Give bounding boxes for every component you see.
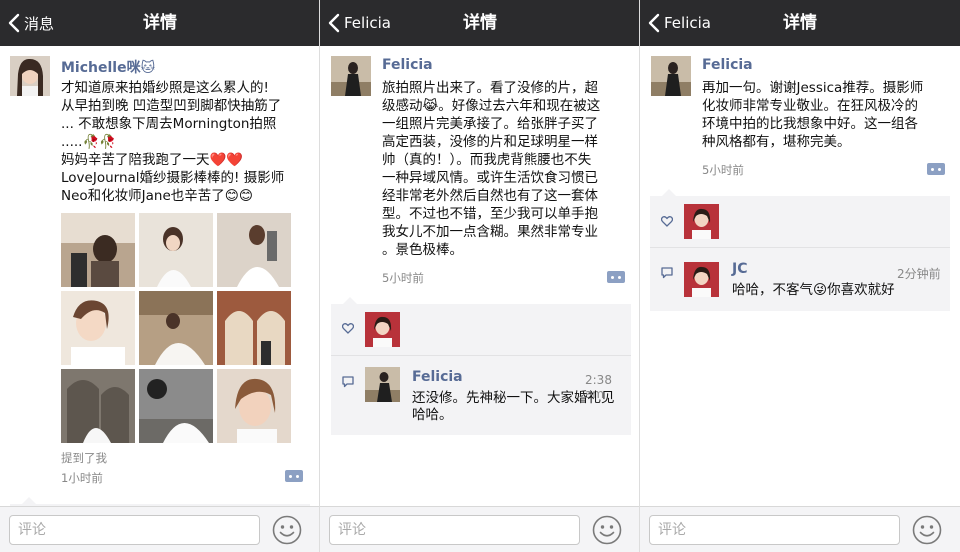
- back-label: Felicia: [664, 14, 711, 32]
- comment-text: 还没修。先神秘一下。大家婚礼见 哈哈。: [412, 390, 615, 424]
- nav-bar: 消息 详情: [0, 0, 320, 46]
- post-line: 才知道原来拍婚纱照是这么累人的!: [61, 80, 269, 96]
- post-line: 化妆师非常专业敬业。在狂风极冷的: [702, 98, 918, 114]
- heart-icon: [661, 216, 673, 227]
- chevron-left-icon: [648, 13, 660, 33]
- author-name[interactable]: Felicia: [702, 57, 753, 73]
- more-dots-icon[interactable]: [927, 163, 945, 175]
- photo-thumbnail[interactable]: [217, 369, 291, 443]
- comment-bar: [320, 506, 640, 552]
- post-line: 高定西装，没修的片和足球明星一样: [382, 134, 598, 150]
- commenter-avatar[interactable]: [684, 262, 719, 297]
- liker-avatar[interactable]: [365, 312, 400, 347]
- post-line: 环境中拍的比我想象中好。这一组各: [702, 116, 918, 132]
- photo-thumbnail[interactable]: [61, 369, 135, 443]
- interaction-area: Felicia 2:38 am 还没修。先神秘一下。大家婚礼见 哈哈。: [331, 297, 631, 435]
- post-line: ... 不敢想象下周去Mornington拍照: [61, 116, 277, 132]
- comment-input[interactable]: [9, 515, 260, 545]
- more-dots-icon[interactable]: [285, 470, 303, 482]
- photo-thumbnail[interactable]: [217, 213, 291, 287]
- post-time: 5小时前: [382, 271, 424, 285]
- back-button[interactable]: Felicia: [328, 0, 391, 46]
- post-line: 再加一句。谢谢Jessica推荐。摄影师: [702, 80, 924, 96]
- divider: [650, 247, 950, 248]
- post-line: 经非常老外然后自然也有了这一套体: [382, 188, 598, 204]
- smiley-face-icon[interactable]: [592, 515, 622, 545]
- post-text: 才知道原来拍婚纱照是这么累人的! 从早拍到晚 凹造型凹到脚都快抽筋了 ... 不…: [61, 79, 284, 205]
- post-line: 级感动😹。好像过去六年和现在被这: [382, 98, 601, 114]
- back-button[interactable]: Felicia: [648, 0, 711, 46]
- panel-divider: [639, 0, 640, 552]
- moment-detail-panel-2: Felicia 详情 Felicia 旅拍照片出来了。看了没修的片，超 级感动😹…: [320, 0, 640, 552]
- smiley-face-icon[interactable]: [912, 515, 942, 545]
- moment-detail-panel-1: 消息 详情 Michelle咪🐱 才知道原来拍婚纱照是这么累人的! 从早拍到晚 …: [0, 0, 320, 552]
- photo-thumbnail[interactable]: [217, 291, 291, 365]
- avatar[interactable]: [10, 56, 50, 96]
- comment-text: 哈哈，不客气😜你喜欢就好: [732, 282, 895, 299]
- post-time: 5小时前: [702, 163, 744, 177]
- post-time: 1小时前: [61, 471, 103, 485]
- post-line: 一种异域风情。或许生活饮食习惯已: [382, 170, 598, 186]
- photo-thumbnail[interactable]: [139, 369, 213, 443]
- commenter-avatar[interactable]: [365, 367, 400, 402]
- more-dots-icon[interactable]: [607, 271, 625, 283]
- liker-avatar[interactable]: [684, 204, 719, 239]
- chevron-left-icon: [328, 13, 340, 33]
- comment-line: 哈哈，不客气😜你喜欢就好: [732, 282, 895, 298]
- photo-thumbnail[interactable]: [61, 291, 135, 365]
- post-text: 再加一句。谢谢Jessica推荐。摄影师 化妆师非常专业敬业。在狂风极冷的 环境…: [702, 79, 923, 151]
- post-line: 种风格都有，堪称完美。: [702, 134, 851, 150]
- heart-icon: [342, 323, 354, 334]
- post-line: 从早拍到晚 凹造型凹到脚都快抽筋了: [61, 98, 282, 114]
- nav-bar: Felicia 详情: [640, 0, 960, 46]
- photo-thumbnail[interactable]: [139, 291, 213, 365]
- post-line: LoveJournal婚纱摄影棒棒的! 摄影师: [61, 170, 285, 186]
- comment-input[interactable]: [329, 515, 580, 545]
- back-label: 消息: [24, 14, 55, 33]
- callout-arrow: [22, 497, 36, 504]
- comment-bar: [640, 506, 960, 552]
- post-line: .....🥀🥀: [61, 134, 117, 150]
- speech-bubble-icon: [342, 376, 354, 388]
- avatar[interactable]: [331, 56, 371, 96]
- post-line: Neo和化妆师Jane也辛苦了😊😊: [61, 188, 253, 204]
- moment-detail-panel-3: Felicia 详情 Felicia 再加一句。谢谢Jessica推荐。摄影师 …: [640, 0, 960, 552]
- nav-bar: Felicia 详情: [320, 0, 640, 46]
- post-line: 型。不过也不错，至少我可以单手抱: [382, 206, 598, 222]
- chevron-left-icon: [8, 13, 20, 33]
- comment-line: 哈哈。: [412, 407, 453, 423]
- panel-divider: [319, 0, 320, 552]
- comment-line: 还没修。先神秘一下。大家婚礼见: [412, 390, 615, 406]
- back-button[interactable]: 消息: [8, 0, 54, 46]
- comment-input[interactable]: [649, 515, 900, 545]
- smiley-face-icon[interactable]: [272, 515, 302, 545]
- photo-thumbnail[interactable]: [61, 213, 135, 287]
- comment-author[interactable]: JC: [732, 261, 747, 277]
- author-name[interactable]: Michelle咪🐱: [61, 57, 155, 77]
- post-line: 我女儿不加一点含糊。果然非常专业: [382, 224, 598, 240]
- author-name[interactable]: Felicia: [382, 57, 433, 73]
- photo-thumbnail[interactable]: [139, 213, 213, 287]
- comment-bar: [0, 506, 320, 552]
- post-line: 妈妈辛苦了陪我跑了一天❤️❤️: [61, 152, 244, 168]
- mention-label[interactable]: 提到了我: [61, 450, 107, 466]
- callout-arrow: [662, 189, 676, 196]
- post-line: 一组照片完美承接了。给张胖子买了: [382, 116, 598, 132]
- speech-bubble-icon: [661, 267, 673, 279]
- comment-time: 2分钟前: [897, 267, 941, 281]
- callout-arrow: [343, 297, 357, 304]
- post-line: 。景色极棒。: [382, 242, 463, 258]
- avatar[interactable]: [651, 56, 691, 96]
- interaction-area: JC 2分钟前 哈哈，不客气😜你喜欢就好: [650, 189, 950, 311]
- divider: [331, 355, 631, 356]
- back-label: Felicia: [344, 14, 391, 32]
- post-line: 帅（真的！）。而我虎背熊腰也不失: [382, 152, 592, 168]
- post-text: 旅拍照片出来了。看了没修的片，超 级感动😹。好像过去六年和现在被这 一组照片完美…: [382, 79, 600, 259]
- post-line: 旅拍照片出来了。看了没修的片，超: [382, 80, 598, 96]
- comment-author[interactable]: Felicia: [412, 369, 463, 385]
